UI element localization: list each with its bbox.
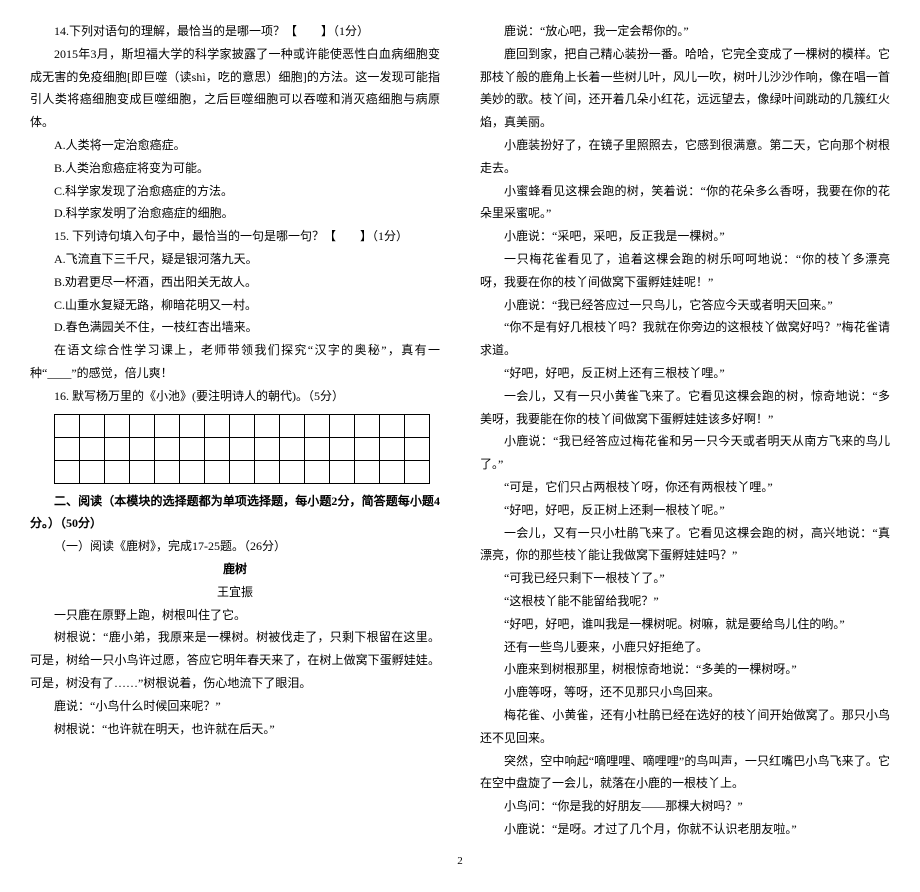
page-number: 2 — [30, 851, 890, 872]
story-r23: 小鸟问：“你是我的好朋友——那棵大树吗？” — [480, 795, 890, 818]
left-column: 14.下列对语句的理解，最恰当的是哪一项？【 】（1分） 2015年3月，斯坦福… — [30, 20, 440, 841]
story-r1: 鹿说：“放心吧，我一定会帮你的。” — [480, 20, 890, 43]
story-r14: 一会儿，又有一只小杜鹃飞来了。它看见这棵会跑的树，高兴地说：“真漂亮，你的那些枝… — [480, 522, 890, 568]
q15-option-d: D.春色满园关不住，一枝红杏出墙来。 — [30, 316, 440, 339]
q14-option-c: C.科学家发现了治愈癌症的方法。 — [30, 180, 440, 203]
story-r6: 一只梅花雀看见了，追着这棵会跑的树乐呵呵地说：“你的枝丫多漂亮呀，我要在你的枝丫… — [480, 248, 890, 294]
story-r13: “好吧，好吧，反正树上还剩一根枝丫呢。” — [480, 499, 890, 522]
story-r7: 小鹿说：“我已经答应过一只鸟儿，它答应今天或者明天回来。” — [480, 294, 890, 317]
story-r15: “可我已经只剩下一根枝丫了。” — [480, 567, 890, 590]
answer-grid — [54, 414, 430, 484]
q14-passage: 2015年3月，斯坦福大学的科学家披露了一种或许能使恶性白血病细胞变成无害的免疫… — [30, 43, 440, 134]
story-p3: 鹿说：“小鸟什么时候回来呢？” — [30, 695, 440, 718]
q15-stem: 在语文综合性学习课上，老师带领我们探究“汉字的奥秘”，真有一种“____”的感觉… — [30, 339, 440, 385]
story-r12: “可是，它们只占两根枝丫呀，你还有两根枝丫哩。” — [480, 476, 890, 499]
story-r8: “你不是有好几根枝丫吗？我就在你旁边的这根枝丫做窝好吗？”梅花雀请求道。 — [480, 316, 890, 362]
q15-title: 15. 下列诗句填入句子中，最恰当的一句是哪一句？【 】（1分） — [30, 225, 440, 248]
story-r24: 小鹿说：“是呀。才过了几个月，你就不认识老朋友啦。” — [480, 818, 890, 841]
story-r19: 小鹿来到树根那里，树根惊奇地说：“多美的一棵树呀。” — [480, 658, 890, 681]
story-r4: 小蜜蜂看见这棵会跑的树，笑着说：“你的花朵多么香呀，我要在你的花朵里采蜜呢。” — [480, 180, 890, 226]
q15-option-c: C.山重水复疑无路，柳暗花明又一村。 — [30, 294, 440, 317]
story-r2: 鹿回到家，把自己精心装扮一番。哈哈，它完全变成了一棵树的模样。它那枝丫般的鹿角上… — [480, 43, 890, 134]
story-r18: 还有一些鸟儿要来，小鹿只好拒绝了。 — [480, 636, 890, 659]
reading-1-heading: （一）阅读《鹿树》，完成17-25题。（26分） — [30, 535, 440, 558]
right-column: 鹿说：“放心吧，我一定会帮你的。” 鹿回到家，把自己精心装扮一番。哈哈，它完全变… — [480, 20, 890, 841]
story-r5: 小鹿说：“采吧，采吧，反正我是一棵树。” — [480, 225, 890, 248]
q15-option-a: A.飞流直下三千尺，疑是银河落九天。 — [30, 248, 440, 271]
story-author: 王宜振 — [30, 581, 440, 604]
section-2-heading: 二、阅读（本模块的选择题都为单项选择题，每小题2分，简答题每小题4分。）（50分… — [30, 490, 440, 536]
story-title: 鹿树 — [30, 558, 440, 581]
story-r21: 梅花雀、小黄雀，还有小杜鹃已经在选好的枝丫间开始做窝了。那只小鸟还不见回来。 — [480, 704, 890, 750]
story-p1: 一只鹿在原野上跑，树根叫住了它。 — [30, 604, 440, 627]
story-r3: 小鹿装扮好了，在镜子里照照去，它感到很满意。第二天，它向那个树根走去。 — [480, 134, 890, 180]
q15-option-b: B.劝君更尽一杯酒，西出阳关无故人。 — [30, 271, 440, 294]
story-r20: 小鹿等呀，等呀，还不见那只小鸟回来。 — [480, 681, 890, 704]
story-r17: “好吧，好吧，谁叫我是一棵树呢。树嘛，就是要给鸟儿住的哟。” — [480, 613, 890, 636]
q14-title: 14.下列对语句的理解，最恰当的是哪一项？【 】（1分） — [30, 20, 440, 43]
story-p4: 树根说：“也许就在明天，也许就在后天。” — [30, 718, 440, 741]
q14-option-b: B.人类治愈癌症将变为可能。 — [30, 157, 440, 180]
q14-option-d: D.科学家发明了治愈癌症的细胞。 — [30, 202, 440, 225]
story-r10: 一会儿，又有一只小黄雀飞来了。它看见这棵会跑的树，惊奇地说：“多美呀，我要能在你… — [480, 385, 890, 431]
story-r16: “这根枝丫能不能留给我呢？” — [480, 590, 890, 613]
story-r11: 小鹿说：“我已经答应过梅花雀和另一只今天或者明天从南方飞来的鸟儿了。” — [480, 430, 890, 476]
story-r22: 突然，空中响起“嘀哩哩、嘀哩哩”的鸟叫声，一只红嘴巴小鸟飞来了。它在空中盘旋了一… — [480, 750, 890, 796]
q14-option-a: A.人类将一定治愈癌症。 — [30, 134, 440, 157]
q16: 16. 默写杨万里的《小池》(要注明诗人的朝代)。（5分） — [30, 385, 440, 408]
story-r9: “好吧，好吧，反正树上还有三根枝丫哩。” — [480, 362, 890, 385]
